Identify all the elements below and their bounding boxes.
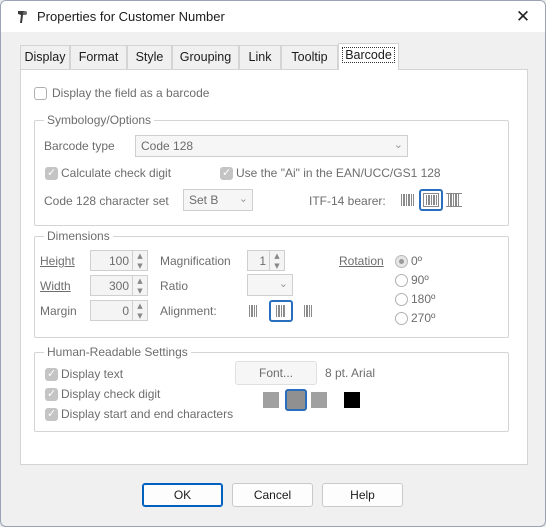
text-color-swatch[interactable]: [344, 392, 360, 408]
help-button[interactable]: Help: [322, 483, 403, 507]
tab-link[interactable]: Link: [239, 45, 281, 69]
charset-select[interactable]: Set B ⌄: [183, 189, 253, 211]
barcode-panel: Display the field as a barcode Symbology…: [20, 69, 528, 465]
chevron-down-icon: ⌄: [278, 277, 288, 290]
calc-check-digit-label: Calculate check digit: [61, 166, 172, 180]
tab-style[interactable]: Style: [127, 45, 172, 69]
symbology-group: Symbology/Options Barcode type Code 128 …: [34, 113, 509, 226]
magnification-spinner[interactable]: 1 ▲ ▼: [247, 250, 285, 271]
chevron-down-icon: ⌄: [238, 192, 248, 205]
rotation-90-label: 90º: [411, 273, 429, 287]
close-icon[interactable]: ✕: [513, 7, 533, 27]
spin-up-icon[interactable]: ▲: [132, 276, 147, 286]
display-check-digit-checkbox[interactable]: [45, 387, 58, 401]
margin-spinner[interactable]: 0 ▲ ▼: [90, 300, 148, 321]
spin-down-icon[interactable]: ▼: [132, 261, 147, 271]
ratio-select[interactable]: ⌄: [247, 274, 293, 296]
ok-button[interactable]: OK: [142, 483, 223, 507]
spin-up-icon[interactable]: ▲: [132, 301, 147, 311]
width-label: Width: [40, 279, 71, 293]
spin-down-icon[interactable]: ▼: [132, 311, 147, 321]
align-center-icon[interactable]: [269, 300, 293, 322]
use-ai-label: Use the "Ai" in the EAN/UCC/GS1 128: [236, 166, 441, 180]
chevron-down-icon: ⌄: [393, 138, 403, 151]
display-barcode-checkbox[interactable]: [34, 87, 47, 100]
barcode-type-select[interactable]: Code 128 ⌄: [135, 135, 408, 157]
spin-up-icon[interactable]: ▲: [132, 251, 147, 261]
text-above-swatch[interactable]: [311, 392, 327, 408]
symbology-title: Symbology/Options: [44, 113, 155, 127]
app-icon: [18, 11, 27, 23]
alignment-label: Alignment:: [160, 304, 217, 318]
font-button[interactable]: Font...: [235, 361, 317, 385]
itf-bearer-bars-icon[interactable]: [443, 190, 465, 210]
rotation-180-label: 180º: [411, 292, 436, 306]
rotation-0-label: 0º: [411, 254, 423, 268]
itf-bearer-frame-icon[interactable]: [419, 189, 443, 211]
use-ai-checkbox[interactable]: [220, 166, 233, 180]
display-text-checkbox[interactable]: [45, 367, 58, 381]
charset-label: Code 128 character set: [44, 194, 169, 208]
font-description: 8 pt. Arial: [325, 366, 376, 380]
window-title: Properties for Customer Number: [37, 9, 225, 24]
rotation-90-radio[interactable]: [395, 274, 408, 287]
itf-bearer-none-icon[interactable]: [397, 190, 419, 210]
display-start-end-checkbox[interactable]: [45, 407, 58, 421]
human-readable-group: Human-Readable Settings Display text Dis…: [34, 345, 509, 432]
calc-check-digit-checkbox[interactable]: [45, 166, 58, 180]
properties-dialog: Properties for Customer Number ✕ Display…: [0, 0, 546, 527]
tab-display[interactable]: Display: [20, 45, 70, 69]
barcode-type-label: Barcode type: [44, 139, 115, 153]
spin-down-icon[interactable]: ▼: [132, 286, 147, 296]
rotation-180-radio[interactable]: [395, 293, 408, 306]
align-left-icon[interactable]: [245, 301, 267, 321]
height-spinner[interactable]: 100 ▲ ▼: [90, 250, 148, 271]
rotation-label: Rotation: [339, 254, 384, 268]
width-spinner[interactable]: 300 ▲ ▼: [90, 275, 148, 296]
align-right-icon[interactable]: [296, 301, 318, 321]
cancel-button[interactable]: Cancel: [232, 483, 313, 507]
spin-down-icon[interactable]: ▼: [269, 261, 284, 271]
display-barcode-label: Display the field as a barcode: [52, 86, 210, 100]
display-check-digit-label: Display check digit: [61, 387, 161, 401]
margin-label: Margin: [40, 304, 77, 318]
display-text-label: Display text: [61, 367, 124, 381]
magnification-label: Magnification: [160, 254, 231, 268]
human-readable-title: Human-Readable Settings: [44, 345, 191, 359]
tab-format[interactable]: Format: [70, 45, 127, 69]
ratio-label: Ratio: [160, 279, 189, 293]
rotation-270-radio[interactable]: [395, 312, 408, 325]
itf-bearer-label: ITF-14 bearer:: [309, 194, 386, 208]
tab-barcode[interactable]: Barcode: [338, 43, 399, 70]
tab-grouping[interactable]: Grouping: [172, 45, 239, 69]
dimensions-group: Dimensions Height 100 ▲ ▼ Magnification …: [34, 229, 509, 338]
dimensions-title: Dimensions: [44, 229, 113, 243]
spin-up-icon[interactable]: ▲: [269, 251, 284, 261]
rotation-270-label: 270º: [411, 311, 436, 325]
text-below-swatch[interactable]: [263, 392, 279, 408]
height-label: Height: [40, 254, 75, 268]
tab-tooltip[interactable]: Tooltip: [281, 45, 338, 69]
rotation-0-radio[interactable]: [395, 255, 408, 268]
display-start-end-label: Display start and end characters: [61, 407, 234, 421]
title-bar: Properties for Customer Number ✕: [1, 1, 545, 32]
text-center-swatch[interactable]: [285, 389, 307, 411]
